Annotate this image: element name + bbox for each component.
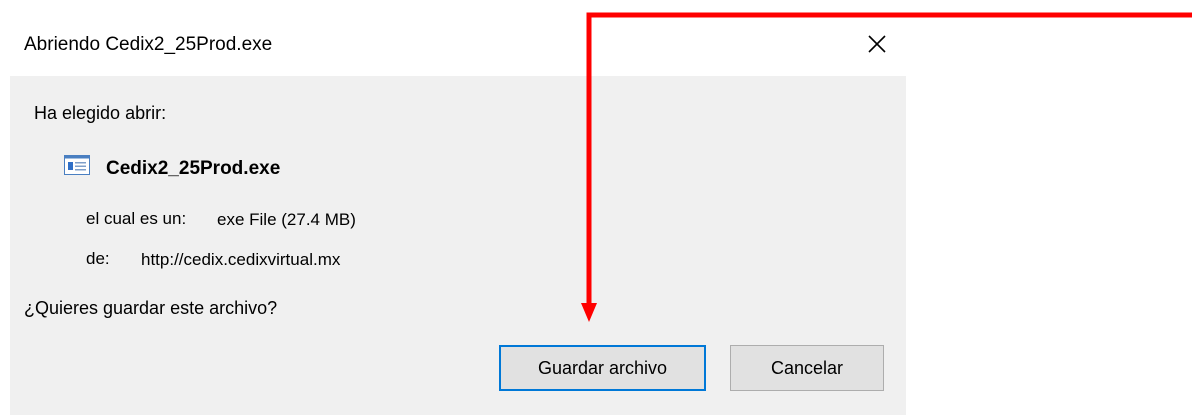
close-button[interactable] — [855, 26, 899, 66]
dialog-title-bar: Abriendo Cedix2_25Prod.exe — [10, 0, 906, 76]
save-question: ¿Quieres guardar este archivo? — [24, 298, 278, 318]
download-dialog: Abriendo Cedix2_25Prod.exe Ha elegido ab… — [10, 0, 906, 415]
file-source-value: http://cedix.cedixvirtual.mx — [141, 250, 341, 269]
exe-file-icon — [64, 155, 90, 175]
dialog-title: Abriendo Cedix2_25Prod.exe — [24, 34, 273, 55]
file-type-value: exe File (27.4 MB) — [217, 210, 356, 229]
save-file-button[interactable]: Guardar archivo — [499, 345, 706, 391]
file-name: Cedix2_25Prod.exe — [106, 158, 281, 179]
intro-label: Ha elegido abrir: — [34, 103, 167, 123]
cancel-button[interactable]: Cancelar — [730, 345, 884, 391]
close-icon — [868, 35, 886, 53]
screenshot-canvas: Abriendo Cedix2_25Prod.exe Ha elegido ab… — [0, 0, 1196, 415]
file-source-label: de: — [86, 249, 110, 268]
file-type-label: el cual es un: — [86, 209, 187, 228]
